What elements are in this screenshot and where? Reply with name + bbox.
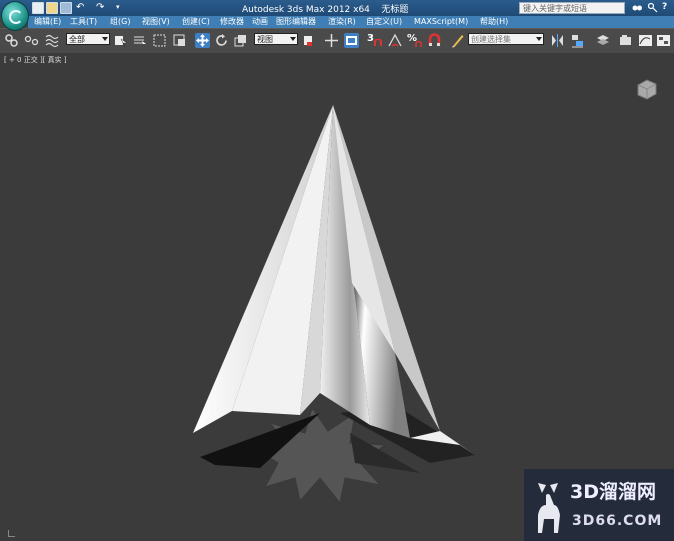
keyboard-shortcut-override-icon[interactable]	[344, 33, 359, 48]
search-placeholder: 键入关键字或短语	[523, 4, 587, 13]
key-icon[interactable]	[647, 2, 658, 13]
schematic-view-icon[interactable]	[656, 33, 671, 48]
document-title: 无标题	[381, 5, 409, 15]
spiky-cone-model[interactable]	[0, 53, 674, 541]
select-and-scale-icon[interactable]	[233, 33, 248, 48]
mirror-icon[interactable]	[550, 33, 565, 48]
save-file-icon[interactable]	[60, 2, 72, 14]
help-icon[interactable]: ?	[662, 2, 672, 13]
app-menu-logo-icon[interactable]	[1, 1, 29, 31]
select-object-icon[interactable]	[113, 33, 128, 48]
menu-rendering[interactable]: 渲染(R)	[328, 16, 356, 28]
layer-manager-icon[interactable]	[595, 33, 610, 48]
perspective-viewport[interactable]: [ + 0 正交 ][ 真实 ] 3D溜溜网 3D66.COM	[0, 53, 674, 541]
menu-modifiers[interactable]: 修改器	[220, 16, 244, 28]
undo-icon[interactable]: ↶	[76, 2, 88, 14]
binoculars-icon[interactable]	[632, 2, 642, 13]
select-and-link-icon[interactable]	[4, 33, 19, 48]
reference-coordinate-value: 视图	[257, 35, 273, 44]
rectangular-selection-icon[interactable]	[152, 33, 167, 48]
named-selection-sets-dropdown[interactable]: 创建选择集	[468, 33, 544, 45]
align-icon[interactable]	[570, 33, 585, 48]
app-title: Autodesk 3ds Max 2012 x64	[242, 5, 370, 15]
spinner-snap-toggle-icon[interactable]	[427, 33, 442, 48]
menu-views[interactable]: 视图(V)	[142, 16, 170, 28]
edit-named-selection-icon[interactable]	[450, 33, 465, 48]
select-by-name-icon[interactable]	[132, 33, 147, 48]
menu-animation[interactable]: 动画	[252, 16, 268, 28]
menu-customize[interactable]: 自定义(U)	[366, 16, 402, 28]
menu-group[interactable]: 组(G)	[110, 16, 130, 28]
select-and-manipulate-icon[interactable]	[324, 33, 339, 48]
selection-filter-value: 全部	[69, 35, 85, 44]
menu-bar: 编辑(E) 工具(T) 组(G) 视图(V) 创建(C) 修改器 动画 图形编辑…	[28, 16, 674, 28]
percent-snap-toggle-icon[interactable]: %	[407, 33, 422, 48]
menu-tools[interactable]: 工具(T)	[70, 16, 97, 28]
bind-to-space-warp-icon[interactable]	[44, 33, 59, 48]
deer-logo-icon	[538, 483, 560, 533]
unlink-selection-icon[interactable]	[24, 33, 39, 48]
named-selection-placeholder: 创建选择集	[471, 35, 511, 44]
snaps-toggle-label: 3	[367, 33, 374, 44]
select-and-rotate-icon[interactable]	[214, 33, 229, 48]
selection-filter-dropdown[interactable]: 全部	[66, 33, 110, 45]
watermark: 3D溜溜网 3D66.COM	[524, 469, 674, 541]
curve-editor-icon[interactable]	[638, 33, 653, 48]
window-title: Autodesk 3ds Max 2012 x64 无标题	[242, 2, 408, 15]
title-bar: ↶ ↷ ▾ Autodesk 3ds Max 2012 x64 无标题 键入关键…	[0, 0, 674, 16]
help-search-input[interactable]: 键入关键字或短语	[519, 2, 625, 14]
open-file-icon[interactable]	[46, 2, 58, 14]
window-crossing-icon[interactable]	[172, 33, 187, 48]
watermark-url: 3D66.COM	[572, 513, 663, 529]
menu-graph-editors[interactable]: 图形编辑器	[276, 16, 316, 28]
quick-access-dropdown-icon[interactable]: ▾	[116, 2, 128, 14]
main-toolbar: 全部 视图 3 % 创建选择集	[0, 28, 674, 54]
redo-icon[interactable]: ↷	[96, 2, 108, 14]
pivot-center-icon[interactable]	[301, 33, 316, 48]
axis-tripod-icon	[8, 530, 15, 537]
reference-coordinate-dropdown[interactable]: 视图	[254, 33, 298, 45]
menu-maxscript[interactable]: MAXScript(M)	[414, 16, 468, 28]
select-and-move-icon[interactable]	[195, 33, 210, 48]
menu-help[interactable]: 帮助(H)	[480, 16, 508, 28]
snaps-toggle-icon[interactable]: 3	[367, 33, 382, 48]
menu-create[interactable]: 创建(C)	[182, 16, 210, 28]
angle-snap-toggle-icon[interactable]	[387, 33, 402, 48]
graphite-tools-icon[interactable]	[618, 33, 633, 48]
watermark-text: 3D溜溜网	[570, 481, 656, 503]
new-file-icon[interactable]	[32, 2, 44, 14]
menu-edit[interactable]: 编辑(E)	[34, 16, 61, 28]
